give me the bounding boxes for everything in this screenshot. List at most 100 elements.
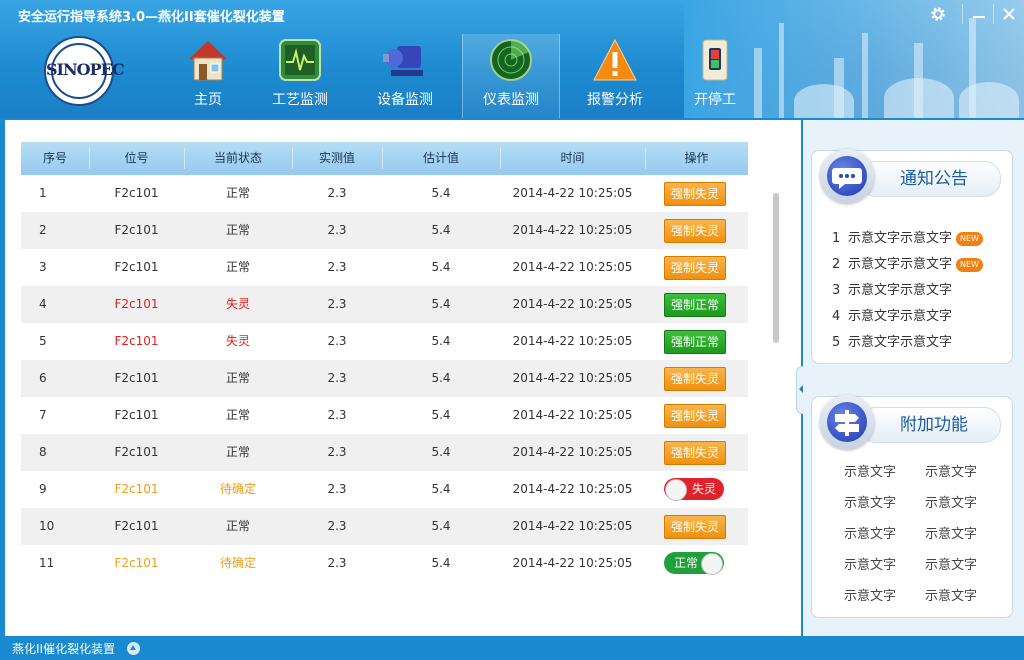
table-row[interactable]: 11 F2c101 待确定 2.3 5.4 2014-4-22 10:25:05 正常	[21, 545, 748, 582]
notice-panel: 通知公告 1 示意文字示意文字 NEW 2 示意文字示意文字 NEW 3 示意文字示意文字 4 示…	[811, 149, 1013, 364]
estimated-value: 5.4	[431, 186, 451, 200]
toggle-label: 正常	[674, 556, 699, 570]
extra-function-link[interactable]: 示意文字	[844, 523, 896, 542]
extra-function-link[interactable]: 示意文字	[925, 554, 977, 573]
force-fail-button[interactable]: 强制失灵	[664, 219, 726, 243]
column-header[interactable]: 位号	[89, 142, 184, 175]
normal-toggle[interactable]: 正常	[664, 552, 724, 575]
row-number: 2	[39, 223, 47, 237]
column-header[interactable]: 当前状态	[184, 142, 292, 175]
expand-up-icon[interactable]	[127, 642, 140, 655]
extra-function-link[interactable]: 示意文字	[925, 523, 977, 542]
notice-text: 示意文字示意文字	[848, 231, 953, 246]
column-header[interactable]: 操作	[645, 142, 748, 175]
notice-item[interactable]: 4 示意文字示意文字	[832, 307, 952, 327]
minimize-button[interactable]	[966, 2, 992, 26]
status-cell: 正常	[225, 260, 250, 274]
table-row[interactable]: 7 F2c101 正常 2.3 5.4 2014-4-22 10:25:05 强制失灵	[21, 397, 748, 434]
row-number: 11	[39, 556, 55, 570]
signpost-icon	[820, 395, 874, 449]
nav-instrument-monitoring[interactable]: 仪表监测	[462, 34, 560, 118]
nav-process-monitoring[interactable]: 工艺监测	[252, 34, 348, 118]
tag-cell: F2c101	[114, 297, 159, 311]
table-row[interactable]: 6 F2c101 正常 2.3 5.4 2014-4-22 10:25:05 强制失灵	[21, 360, 748, 397]
status-cell: 待确定	[219, 556, 256, 570]
table-scrollbar[interactable]	[773, 193, 779, 343]
window-separator	[962, 4, 963, 24]
row-number: 3	[39, 260, 47, 274]
table-row[interactable]: 3 F2c101 正常 2.3 5.4 2014-4-22 10:25:05 强制失灵	[21, 249, 748, 286]
column-header[interactable]: 估计值	[382, 142, 500, 175]
tag-cell: F2c101	[114, 334, 159, 348]
extra-function-link[interactable]: 示意文字	[844, 585, 896, 604]
force-normal-button[interactable]: 强制正常	[664, 293, 726, 317]
fail-toggle[interactable]: 失灵	[664, 478, 724, 501]
instrument-table-panel: 序号 位号 当前状态 实测值 估计值 时间 操作 1 F2c101 正常 2.3 5.4…	[5, 120, 801, 636]
instrument-table: 序号 位号 当前状态 实测值 估计值 时间 操作 1 F2c101 正常 2.3 5.4…	[21, 142, 748, 582]
force-fail-button[interactable]: 强制失灵	[664, 515, 726, 539]
tag-cell: F2c101	[114, 556, 159, 570]
nav-label: 主页	[194, 92, 222, 108]
notice-item[interactable]: 3 示意文字示意文字	[832, 281, 952, 301]
status-cell: 失灵	[225, 297, 250, 311]
time-cell: 2014-4-22 10:25:05	[512, 519, 633, 533]
force-fail-button[interactable]: 强制失灵	[664, 256, 726, 280]
table-row[interactable]: 4 F2c101 失灵 2.3 5.4 2014-4-22 10:25:05 强制正常	[21, 286, 748, 323]
notice-text: 示意文字示意文字	[848, 309, 953, 324]
table-header: 序号 位号 当前状态 实测值 估计值 时间 操作	[21, 142, 748, 175]
nav-label: 设备监测	[377, 92, 433, 108]
notice-item[interactable]: 5 示意文字示意文字	[832, 333, 952, 353]
radar-icon	[490, 39, 532, 81]
table-row[interactable]: 8 F2c101 正常 2.3 5.4 2014-4-22 10:25:05 强制失灵	[21, 434, 748, 471]
extra-function-link[interactable]: 示意文字	[925, 461, 977, 480]
force-fail-button[interactable]: 强制失灵	[664, 404, 726, 428]
warning-icon	[593, 38, 637, 81]
force-fail-button[interactable]: 强制失灵	[664, 182, 726, 206]
force-fail-button[interactable]: 强制失灵	[664, 367, 726, 391]
notice-number: 2	[832, 257, 841, 272]
measured-value: 2.3	[327, 260, 347, 274]
close-button[interactable]	[996, 2, 1022, 26]
toggle-label: 失灵	[692, 482, 717, 496]
notice-item[interactable]: 2 示意文字示意文字 NEW	[832, 255, 983, 275]
measured-value: 2.3	[327, 556, 347, 570]
row-number: 1	[39, 186, 47, 200]
extra-function-link[interactable]: 示意文字	[844, 554, 896, 573]
status-cell: 正常	[225, 186, 250, 200]
table-row[interactable]: 1 F2c101 正常 2.3 5.4 2014-4-22 10:25:05 强制失灵	[21, 175, 748, 212]
notice-number: 5	[832, 335, 841, 350]
status-cell: 正常	[225, 445, 250, 459]
column-header[interactable]: 时间	[500, 142, 645, 175]
settings-button[interactable]	[925, 2, 951, 26]
tag-cell: F2c101	[114, 445, 159, 459]
nav-home[interactable]: 主页	[160, 34, 256, 118]
extra-function-link[interactable]: 示意文字	[925, 492, 977, 511]
extra-function-link[interactable]: 示意文字	[844, 492, 896, 511]
table-row[interactable]: 2 F2c101 正常 2.3 5.4 2014-4-22 10:25:05 强制失灵	[21, 212, 748, 249]
nav-equipment-monitoring[interactable]: 设备监测	[357, 34, 453, 118]
nav-startup-shutdown[interactable]: 开停工	[667, 34, 763, 118]
force-fail-button[interactable]: 强制失灵	[664, 441, 726, 465]
status-bar: 燕化II催化裂化装置	[0, 636, 1024, 660]
force-normal-button[interactable]: 强制正常	[664, 330, 726, 354]
home-icon	[189, 41, 227, 81]
status-bar-text: 燕化II催化裂化装置	[12, 642, 116, 656]
extra-function-link[interactable]: 示意文字	[925, 585, 977, 604]
notice-number: 4	[832, 309, 841, 324]
nav-alarm-analysis[interactable]: 报警分析	[567, 34, 663, 118]
extra-function-link[interactable]: 示意文字	[844, 461, 896, 480]
column-header[interactable]: 实测值	[292, 142, 382, 175]
table-row[interactable]: 10 F2c101 正常 2.3 5.4 2014-4-22 10:25:05 强制失灵	[21, 508, 748, 545]
nav-label: 仪表监测	[483, 92, 539, 108]
tag-cell: F2c101	[114, 223, 159, 237]
notice-text: 示意文字示意文字	[848, 335, 953, 350]
row-number: 7	[39, 408, 47, 422]
time-cell: 2014-4-22 10:25:05	[512, 223, 633, 237]
notice-number: 3	[832, 283, 841, 298]
table-row[interactable]: 5 F2c101 失灵 2.3 5.4 2014-4-22 10:25:05 强制正常	[21, 323, 748, 360]
column-header[interactable]: 序号	[21, 142, 89, 175]
notice-item[interactable]: 1 示意文字示意文字 NEW	[832, 229, 983, 249]
row-number: 6	[39, 371, 47, 385]
nav-label: 报警分析	[587, 92, 643, 108]
table-row[interactable]: 9 F2c101 待确定 2.3 5.4 2014-4-22 10:25:05 失灵	[21, 471, 748, 508]
